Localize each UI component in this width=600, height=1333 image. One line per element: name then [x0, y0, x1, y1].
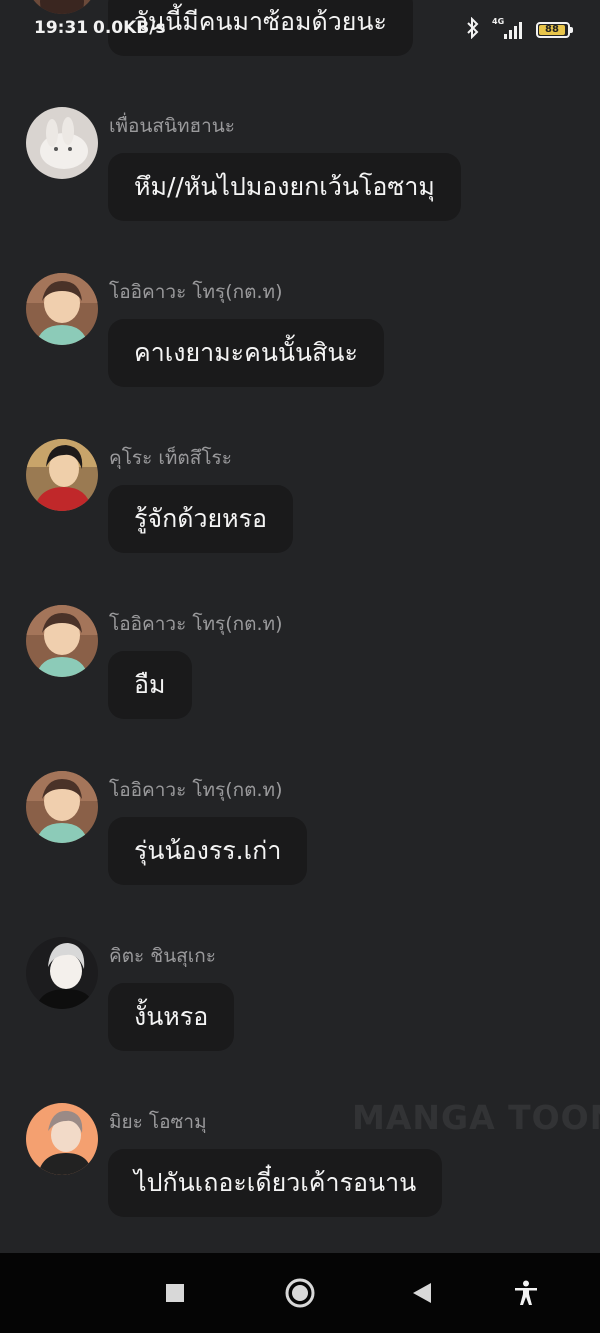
avatar[interactable]	[26, 107, 98, 179]
circle-icon	[285, 1278, 315, 1308]
message-bubble[interactable]: คาเงยามะคนนั้นสินะ	[108, 319, 384, 387]
home-button[interactable]	[280, 1273, 320, 1313]
recent-apps-button[interactable]	[155, 1273, 195, 1313]
triangle-back-icon	[413, 1283, 431, 1303]
sender-name: โออิคาวะ โทรุ(กต.ท)	[109, 779, 283, 801]
accessibility-icon	[515, 1280, 537, 1305]
status-icons: 4G 88	[466, 16, 573, 43]
battery-icon: 88	[536, 22, 573, 38]
avatar[interactable]	[26, 937, 98, 1009]
message-bubble[interactable]: อืม	[108, 651, 192, 719]
watermark: MANGA TOON	[352, 1098, 600, 1137]
bluetooth-icon	[466, 16, 480, 43]
message-bubble[interactable]: งั้นหรอ	[108, 983, 235, 1051]
status-bar: 19:31 0.0KB/s 4G 88	[0, 0, 600, 58]
avatar[interactable]	[26, 605, 98, 677]
message-bubble[interactable]: รุ่นน้องรร.เก่า	[108, 817, 308, 885]
avatar[interactable]	[26, 1103, 98, 1175]
avatar[interactable]	[26, 771, 98, 843]
message-bubble[interactable]: ไปกันเถอะเดี๋ยวเค้ารอนาน	[108, 1149, 443, 1217]
chat-list[interactable]: วันนี้มีคนมาซ้อมด้วยนะ เพื่อนสนิทฮานะ หึ…	[0, 0, 600, 1253]
message-bubble[interactable]: รู้จักด้วยหรอ	[108, 485, 294, 553]
navigation-bar	[0, 1253, 600, 1333]
accessibility-button[interactable]	[506, 1273, 546, 1313]
sender-name: มิยะ โอซามุ	[109, 1111, 207, 1133]
message-bubble[interactable]: หึม//หันไปมองยกเว้นโอซามุ	[108, 153, 461, 221]
status-time: 19:31	[34, 18, 89, 38]
sender-name: คิตะ ชินสุเกะ	[109, 945, 216, 967]
battery-level: 88	[539, 25, 565, 35]
back-button[interactable]	[402, 1273, 442, 1313]
sender-name: เพื่อนสนิทฮานะ	[109, 115, 235, 137]
avatar[interactable]	[26, 273, 98, 345]
chat-screen: วันนี้มีคนมาซ้อมด้วยนะ เพื่อนสนิทฮานะ หึ…	[0, 0, 600, 1333]
sender-name: โออิคาวะ โทรุ(กต.ท)	[109, 613, 283, 635]
avatar[interactable]	[26, 439, 98, 511]
square-icon	[166, 1284, 184, 1302]
sender-name: คุโระ เท็ตสึโระ	[109, 447, 232, 469]
network-speed: 0.0KB/s	[93, 18, 166, 38]
sender-name: โออิคาวะ โทรุ(กต.ท)	[109, 281, 283, 303]
signal-icon: 4G	[492, 17, 524, 41]
